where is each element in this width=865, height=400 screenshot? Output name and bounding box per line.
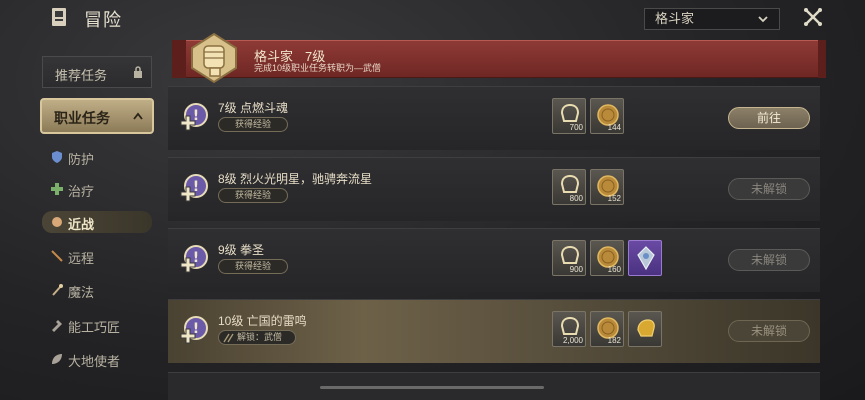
banner-subtitle: 完成10级职业任务转职为—武僧 [254, 63, 382, 73]
quest-badge-icon: ! [180, 103, 208, 131]
gem-item-icon [637, 246, 655, 271]
quest-tag: 获得经验 [218, 188, 288, 203]
reward-coin[interactable]: 160 [590, 240, 624, 276]
sidebar-job-quests-label: 职业任务 [54, 110, 110, 126]
reward-count: 144 [607, 123, 621, 132]
sidebar-job-quests-tab[interactable]: 职业任务 [40, 98, 154, 134]
sidebar-item-label: 治疗 [68, 184, 95, 199]
exp-icon [560, 245, 580, 264]
chevron-down-icon [758, 16, 768, 23]
quest-badge-icon: ! [180, 245, 208, 273]
reward-count: 2,000 [562, 336, 583, 345]
leaf-icon [52, 354, 62, 364]
close-icon[interactable] [802, 6, 824, 28]
quest-row: ! 10级 亡国的雷鸣 解锁：武僧 2,000 182 未解锁 [168, 299, 820, 363]
quest-name: 9级 拳圣 [218, 243, 265, 257]
quest-name: 7级 点燃斗魂 [218, 101, 289, 115]
arrow-icon [51, 250, 63, 262]
lock-icon [134, 66, 142, 78]
locked-button[interactable]: 未解锁 [728, 249, 810, 271]
quest-name: 10级 亡国的雷鸣 [218, 314, 307, 328]
fist-icon [52, 217, 62, 227]
fist-class-icon [191, 32, 237, 84]
exp-icon [560, 103, 580, 122]
reward-coin[interactable]: 144 [590, 98, 624, 134]
quest-row: ! 7级 点燃斗魂 获得经验 700 144 前往 [168, 86, 820, 150]
quest-name: 8级 烈火光明星，驰骋奔流星 [218, 172, 373, 186]
top-bar: 冒险 格斗家 [0, 0, 865, 36]
sidebar-item-defense[interactable]: 防护 [42, 146, 152, 168]
quest-tag: 获得经验 [218, 259, 288, 274]
quest-tag: 获得经验 [218, 117, 288, 132]
reward-count: 160 [607, 265, 621, 274]
craft-icon [52, 320, 62, 332]
sidebar-recommended-label: 推荐任务 [55, 68, 108, 83]
chevron-up-icon [133, 112, 143, 120]
reward-coin[interactable]: 152 [590, 169, 624, 205]
reward-item[interactable] [628, 240, 662, 276]
sidebar-item-craft[interactable]: 能工巧匠 [42, 314, 152, 336]
sidebar-item-label: 大地使者 [68, 354, 121, 369]
sidebar: 推荐任务 职业任务 防护 治疗 近战 远程 魔法 能工巧匠 大地使者 [38, 42, 156, 400]
reward-count: 700 [569, 123, 583, 132]
sidebar-recommended-tab[interactable]: 推荐任务 [42, 56, 152, 88]
quest-row: ! 9级 拳圣 获得经验 900 160 未解锁 [168, 228, 820, 292]
locked-button[interactable]: 未解锁 [728, 178, 810, 200]
book-icon [52, 8, 66, 26]
class-dropdown-value: 格斗家 [655, 11, 695, 26]
magic-icon [52, 284, 63, 296]
reward-exp[interactable]: 2,000 [552, 311, 586, 347]
horizontal-scrollbar[interactable] [320, 386, 544, 389]
class-banner: 格斗家 7级 完成10级职业任务转职为—武僧 [168, 32, 826, 84]
quest-tag-label: 解锁：武僧 [237, 332, 283, 342]
reward-count: 152 [607, 194, 621, 203]
gauntlet-item-icon [637, 319, 655, 337]
sidebar-item-magic[interactable]: 魔法 [42, 279, 152, 301]
page-title: 冒险 [84, 10, 122, 30]
reward-exp[interactable]: 700 [552, 98, 586, 134]
reward-count: 182 [607, 336, 621, 345]
sidebar-item-label: 近战 [68, 217, 95, 232]
sidebar-item-gather[interactable]: 大地使者 [42, 348, 152, 370]
reward-exp[interactable]: 900 [552, 240, 586, 276]
sidebar-item-melee[interactable]: 近战 [42, 211, 152, 233]
reward-item[interactable] [628, 311, 662, 347]
shield-icon [52, 151, 62, 163]
sidebar-item-label: 防护 [68, 152, 95, 167]
heal-cross-icon [51, 183, 63, 195]
quest-badge-icon: ! [180, 174, 208, 202]
sidebar-item-label: 能工巧匠 [68, 320, 121, 335]
reward-count: 800 [569, 194, 583, 203]
sidebar-item-label: 远程 [68, 251, 95, 266]
sidebar-item-label: 魔法 [68, 285, 95, 300]
slash-lines-icon [223, 333, 234, 343]
exp-icon [560, 316, 580, 335]
quest-tag: 解锁：武僧 [218, 330, 296, 345]
go-button[interactable]: 前往 [728, 107, 810, 129]
locked-button[interactable]: 未解锁 [728, 320, 810, 342]
exp-icon [560, 174, 580, 193]
sidebar-item-ranged[interactable]: 远程 [42, 245, 152, 267]
quest-row: ! 8级 烈火光明星，驰骋奔流星 获得经验 800 152 未解锁 [168, 157, 820, 221]
class-dropdown[interactable]: 格斗家 [644, 8, 780, 30]
reward-exp[interactable]: 800 [552, 169, 586, 205]
reward-count: 900 [569, 265, 583, 274]
reward-coin[interactable]: 182 [590, 311, 624, 347]
quest-badge-icon: ! [180, 316, 208, 344]
sidebar-item-heal[interactable]: 治疗 [42, 178, 152, 200]
